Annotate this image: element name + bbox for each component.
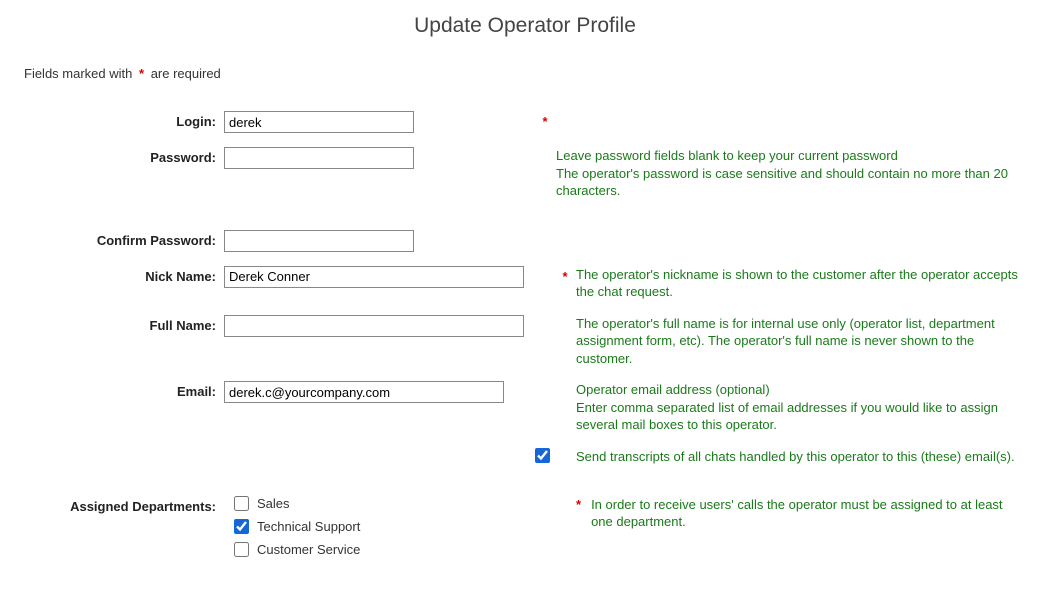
send-transcripts-checkbox[interactable] bbox=[535, 448, 550, 463]
nickname-label: Nick Name: bbox=[24, 266, 224, 284]
department-item-customer-service: Customer Service bbox=[234, 542, 360, 557]
department-label-sales: Sales bbox=[257, 496, 290, 511]
required-fields-hint: Fields marked with * are required bbox=[24, 66, 1026, 81]
nickname-required-icon: * bbox=[554, 266, 576, 284]
password-input[interactable] bbox=[224, 147, 414, 169]
page-title: Update Operator Profile bbox=[24, 14, 1026, 38]
confirm-password-input[interactable] bbox=[224, 230, 414, 252]
login-label: Login: bbox=[24, 111, 224, 129]
fullname-label: Full Name: bbox=[24, 315, 224, 333]
email-help: Operator email address (optional) Enter … bbox=[576, 381, 1026, 434]
email-help-line2: Enter comma separated list of email addr… bbox=[576, 400, 998, 433]
fullname-help: The operator's full name is for internal… bbox=[576, 315, 1026, 368]
password-help-line2: The operator's password is case sensitiv… bbox=[556, 166, 1008, 199]
send-transcripts-label: Send transcripts of all chats handled by… bbox=[576, 448, 1026, 466]
nickname-help: The operator's nickname is shown to the … bbox=[576, 266, 1026, 301]
email-label: Email: bbox=[24, 381, 224, 399]
asterisk-icon: * bbox=[139, 66, 144, 81]
required-hint-pre: Fields marked with bbox=[24, 66, 132, 81]
departments-help: * In order to receive users' calls the o… bbox=[576, 496, 1026, 531]
password-help-line1: Leave password fields blank to keep your… bbox=[556, 148, 898, 163]
email-input[interactable] bbox=[224, 381, 504, 403]
department-label-customer-service: Customer Service bbox=[257, 542, 360, 557]
department-checkbox-technical-support[interactable] bbox=[234, 519, 249, 534]
email-help-line1: Operator email address (optional) bbox=[576, 382, 770, 397]
department-item-sales: Sales bbox=[234, 496, 360, 511]
password-label: Password: bbox=[24, 147, 224, 165]
department-item-technical-support: Technical Support bbox=[234, 519, 360, 534]
department-checkbox-customer-service[interactable] bbox=[234, 542, 249, 557]
required-hint-post: are required bbox=[151, 66, 221, 81]
departments-required-icon: * bbox=[576, 496, 581, 531]
login-input[interactable] bbox=[224, 111, 414, 133]
departments-help-text: In order to receive users' calls the ope… bbox=[591, 496, 1020, 531]
department-checkbox-sales[interactable] bbox=[234, 496, 249, 511]
nickname-input[interactable] bbox=[224, 266, 524, 288]
departments-label: Assigned Departments: bbox=[24, 496, 224, 514]
confirm-password-label: Confirm Password: bbox=[24, 230, 224, 248]
department-label-technical-support: Technical Support bbox=[257, 519, 360, 534]
password-help: Leave password fields blank to keep your… bbox=[556, 147, 1026, 200]
fullname-input[interactable] bbox=[224, 315, 524, 337]
login-required-icon: * bbox=[534, 111, 556, 129]
